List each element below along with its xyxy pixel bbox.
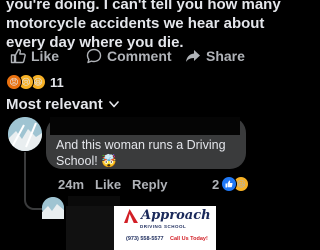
reply-avatar-image bbox=[42, 197, 64, 219]
reply-thread-line bbox=[24, 152, 44, 210]
commenter-avatar[interactable] bbox=[8, 117, 42, 151]
comment-bubble-icon bbox=[86, 48, 102, 64]
comment-label: Comment bbox=[107, 48, 172, 64]
driving-school-logo: Approach bbox=[124, 209, 211, 223]
chevron-down-icon bbox=[108, 101, 119, 108]
sort-label: Most relevant bbox=[6, 96, 103, 113]
share-button[interactable]: Share bbox=[185, 48, 245, 64]
comment-sort-dropdown[interactable]: Most relevant bbox=[6, 96, 119, 113]
share-arrow-icon bbox=[186, 50, 200, 62]
comment-timestamp: 24m bbox=[58, 176, 85, 192]
reply-attached-image[interactable]: Approach DRIVING SCHOOL (973) 558-5577 C… bbox=[66, 206, 216, 250]
reaction-count: 11 bbox=[50, 74, 64, 90]
comment-reactions[interactable]: 2 😆 bbox=[212, 175, 250, 193]
comment-meta: 24m Like Reply bbox=[58, 175, 167, 193]
like-button[interactable]: Like bbox=[10, 48, 59, 64]
ad-call-to-action: Call Us Today! bbox=[170, 236, 208, 242]
angry-reaction-icon: 😡 bbox=[6, 74, 22, 90]
redacted-image-region bbox=[66, 206, 114, 250]
avatar-image bbox=[8, 117, 42, 151]
post-text-line: you're doing. I can't tell you how many bbox=[6, 0, 281, 13]
comment-text: And this woman runs a Driving School! 🤯 bbox=[56, 138, 226, 168]
brand-subtitle: DRIVING SCHOOL bbox=[140, 224, 187, 229]
approach-logo-icon bbox=[124, 209, 138, 223]
post-actions-bar: Like Comment Share bbox=[0, 44, 250, 68]
comment-button[interactable]: Comment bbox=[86, 48, 172, 64]
reactions-summary[interactable]: 😡 😢 😆 11 bbox=[6, 73, 64, 91]
share-label: Share bbox=[206, 48, 245, 64]
post-text-line: motorcycle accidents we hear about bbox=[6, 15, 265, 32]
redacted-commenter-name bbox=[50, 117, 240, 135]
thumbs-up-icon bbox=[10, 48, 26, 64]
comment-reaction-count: 2 bbox=[212, 176, 220, 192]
reply-avatar[interactable] bbox=[42, 197, 64, 219]
comment-reply-button[interactable]: Reply bbox=[132, 177, 167, 192]
brand-name: Approach bbox=[141, 208, 211, 223]
comment-bubble[interactable]: And this woman runs a Driving School! 🤯 bbox=[46, 117, 246, 169]
ad-phone-number: (973) 558-5577 bbox=[126, 236, 164, 242]
like-label: Like bbox=[31, 48, 60, 64]
comment-like-button[interactable]: Like bbox=[95, 177, 121, 192]
